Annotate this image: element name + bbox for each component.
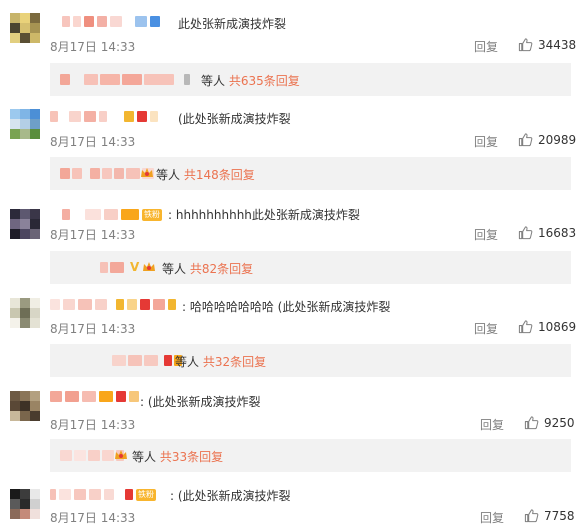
thumbs-up-icon[interactable]: [524, 415, 539, 430]
like-count: 20989: [538, 133, 577, 147]
comment-time: 8月17日 14:33: [50, 228, 136, 242]
avatar[interactable]: [10, 13, 40, 43]
reply-users-suffix: 等人: [201, 74, 226, 88]
reply-users-suffix: 等人: [162, 262, 187, 276]
comment-time: 8月17日 14:33: [50, 135, 136, 149]
v-badge: V: [130, 260, 140, 274]
more-replies-link[interactable]: 共82条回复: [190, 262, 253, 276]
reply-button[interactable]: 回复: [474, 38, 498, 55]
crown-icon: [141, 168, 153, 177]
username-blurred[interactable]: [62, 15, 163, 28]
reply-button[interactable]: 回复: [480, 509, 504, 526]
crown-icon: [115, 450, 127, 459]
username-blurred[interactable]: [50, 298, 179, 311]
reply-summary[interactable]: 等人 共32条回复: [50, 344, 571, 377]
thumbs-up-icon[interactable]: [524, 508, 539, 523]
more-replies-link[interactable]: 共33条回复: [160, 450, 223, 464]
like-count: 16683: [538, 226, 577, 240]
reply-users-blurred: [112, 354, 184, 366]
more-replies-link[interactable]: 共32条回复: [203, 355, 266, 369]
comment-item: : (此处张新成演技炸裂 8月17日 14:33 回复 9250 等人 共33条…: [0, 376, 587, 472]
username-blurred[interactable]: 铁粉: [50, 488, 156, 501]
reply-summary-text[interactable]: 等人 共148条回复: [156, 166, 255, 183]
more-replies-link[interactable]: 共148条回复: [184, 168, 255, 182]
comment-text: : 哈哈哈哈哈哈哈 (此处张新成演技炸裂: [182, 300, 391, 314]
username-blurred[interactable]: 铁粉: [62, 208, 162, 221]
more-replies-link[interactable]: 共635条回复: [229, 74, 300, 88]
crown-icon: [143, 262, 155, 271]
comment-item: 铁粉 : (此处张新成演技炸裂 8月17日 14:33 回复 7758: [0, 470, 587, 531]
comment-item: (此处张新成演技炸裂 8月17日 14:33 回复 20989 等人 共148条…: [0, 94, 587, 190]
reply-summary-text[interactable]: 等人 共32条回复: [175, 353, 266, 370]
avatar[interactable]: [10, 489, 40, 519]
comment-time: 8月17日 14:33: [50, 418, 136, 432]
comment-text: (此处张新成演技炸裂: [178, 112, 291, 126]
reply-users-suffix: 等人: [132, 450, 157, 464]
avatar[interactable]: [10, 109, 40, 139]
reply-users-blurred: V: [100, 260, 140, 274]
like-count: 7758: [544, 509, 575, 523]
username-blurred[interactable]: [50, 390, 142, 403]
username-blurred[interactable]: [50, 110, 161, 123]
comment-item: 此处张新成演技炸裂 8月17日 14:33 回复 34438 等人 共635条回…: [0, 0, 587, 96]
reply-users-blurred: [60, 73, 192, 85]
avatar[interactable]: [10, 298, 40, 328]
thumbs-up-icon[interactable]: [518, 37, 533, 52]
reply-summary-text[interactable]: 等人 共82条回复: [162, 260, 253, 277]
reply-button[interactable]: 回复: [480, 416, 504, 433]
reply-button[interactable]: 回复: [474, 320, 498, 337]
comment-item: : 哈哈哈哈哈哈哈 (此处张新成演技炸裂 8月17日 14:33 回复 1086…: [0, 282, 587, 377]
reply-summary[interactable]: V 等人 共82条回复: [50, 251, 571, 284]
avatar[interactable]: [10, 209, 40, 239]
reply-summary[interactable]: 等人 共635条回复: [50, 63, 571, 96]
comment-time: 8月17日 14:33: [50, 322, 136, 336]
like-count: 9250: [544, 416, 575, 430]
thumbs-up-icon[interactable]: [518, 225, 533, 240]
comment-item: 铁粉 : hhhhhhhhhh此处张新成演技炸裂 8月17日 14:33 回复 …: [0, 188, 587, 284]
comment-time: 8月17日 14:33: [50, 511, 136, 525]
reply-summary-text[interactable]: 等人 共33条回复: [132, 448, 223, 465]
reply-button[interactable]: 回复: [474, 133, 498, 150]
thumbs-up-icon[interactable]: [518, 132, 533, 147]
avatar[interactable]: [10, 391, 40, 421]
reply-users-suffix: 等人: [175, 355, 200, 369]
like-count: 34438: [538, 38, 577, 52]
comment-text: 此处张新成演技炸裂: [178, 17, 287, 31]
reply-summary[interactable]: 等人 共148条回复: [50, 157, 571, 190]
reply-summary[interactable]: 等人 共33条回复: [50, 439, 571, 472]
reply-button[interactable]: 回复: [474, 226, 498, 243]
comment-text: : (此处张新成演技炸裂: [140, 395, 261, 409]
fan-badge: 铁粉: [142, 208, 162, 221]
like-count: 10869: [538, 320, 577, 334]
comment-text: : hhhhhhhhhh此处张新成演技炸裂: [168, 208, 360, 222]
fan-badge: 铁粉: [136, 488, 156, 501]
reply-users-suffix: 等人: [156, 168, 181, 182]
comment-text: : (此处张新成演技炸裂: [170, 489, 291, 503]
reply-summary-text[interactable]: 等人 共635条回复: [201, 72, 300, 89]
thumbs-up-icon[interactable]: [518, 319, 533, 334]
comment-time: 8月17日 14:33: [50, 40, 136, 54]
